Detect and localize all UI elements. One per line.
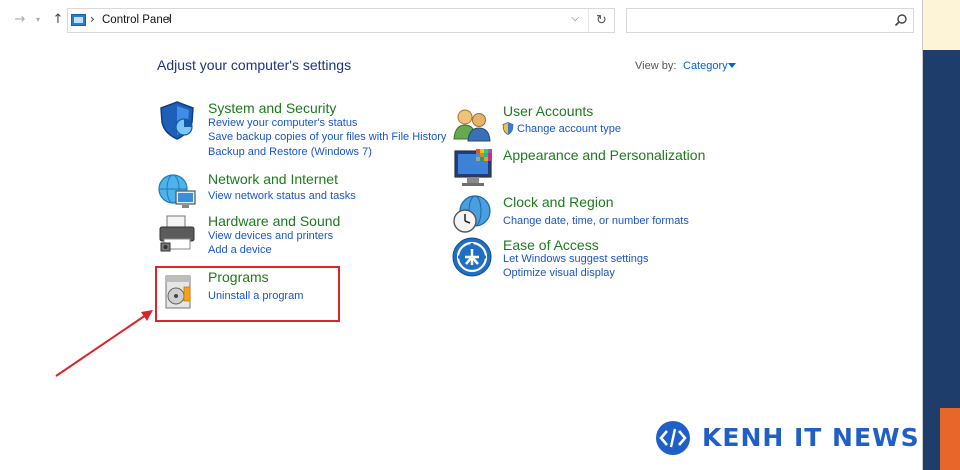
- view-by-label: View by:: [635, 60, 677, 72]
- desktop-background: [922, 0, 960, 50]
- ease-of-access-icon[interactable]: [452, 237, 492, 277]
- category-link[interactable]: Add a device: [208, 244, 272, 256]
- watermark-logo: KENH IT NEWS: [652, 418, 942, 458]
- category-title[interactable]: Ease of Access: [503, 237, 599, 253]
- network-globe-icon[interactable]: [157, 171, 197, 211]
- category-link[interactable]: Save backup copies of your files with Fi…: [208, 131, 446, 143]
- printer-icon[interactable]: [157, 213, 197, 253]
- breadcrumb-separator-icon[interactable]: ›: [90, 12, 95, 26]
- up-arrow-icon[interactable]: ↑: [50, 12, 66, 28]
- category-link[interactable]: Backup and Restore (Windows 7): [208, 146, 372, 158]
- breadcrumb-control-panel[interactable]: Control Panel: [102, 14, 172, 26]
- category-link[interactable]: Review your computer's status: [208, 117, 357, 129]
- search-input[interactable]: [626, 8, 914, 33]
- search-icon[interactable]: [894, 13, 908, 27]
- clock-globe-icon[interactable]: [452, 194, 492, 234]
- chevron-down-icon[interactable]: [728, 63, 736, 68]
- control-panel-icon: [71, 14, 86, 26]
- highlight-box: [155, 266, 340, 322]
- category-title[interactable]: Hardware and Sound: [208, 213, 340, 229]
- watermark-text: KENH IT NEWS: [702, 423, 920, 452]
- back-arrow-icon[interactable]: →: [12, 12, 28, 28]
- users-icon[interactable]: [452, 103, 492, 143]
- category-title[interactable]: Appearance and Personalization: [503, 147, 705, 163]
- category-link[interactable]: Optimize visual display: [503, 267, 615, 279]
- category-link[interactable]: Let Windows suggest settings: [503, 253, 649, 265]
- category-title[interactable]: Network and Internet: [208, 171, 338, 187]
- red-arrow-annotation: [55, 310, 153, 377]
- category-link[interactable]: Change account type: [517, 123, 621, 135]
- desktop-background: [922, 50, 960, 470]
- address-bar[interactable]: › Control Panel › ⌵ ↻: [67, 8, 615, 33]
- view-by-dropdown[interactable]: Category: [683, 60, 728, 72]
- breadcrumb-separator-icon[interactable]: ›: [167, 12, 172, 26]
- navigation-bar: → ▾ ↑ › Control Panel › ⌵ ↻: [0, 0, 922, 42]
- appearance-monitor-icon[interactable]: [452, 147, 496, 189]
- category-link[interactable]: View devices and printers: [208, 230, 333, 242]
- code-logo-icon: [656, 421, 690, 455]
- category-link[interactable]: Change date, time, or number formats: [503, 215, 689, 227]
- category-link[interactable]: View network status and tasks: [208, 190, 356, 202]
- recent-locations-icon[interactable]: ▾: [30, 12, 46, 28]
- category-title[interactable]: Clock and Region: [503, 194, 614, 210]
- page-title: Adjust your computer's settings: [157, 57, 352, 73]
- category-title[interactable]: System and Security: [208, 100, 336, 116]
- uac-shield-icon: [502, 122, 514, 135]
- chevron-down-icon[interactable]: ⌵: [571, 13, 579, 24]
- refresh-icon[interactable]: ↻: [588, 9, 614, 32]
- desktop-background: [940, 408, 960, 470]
- shield-icon[interactable]: [157, 100, 197, 140]
- category-title[interactable]: User Accounts: [503, 103, 593, 119]
